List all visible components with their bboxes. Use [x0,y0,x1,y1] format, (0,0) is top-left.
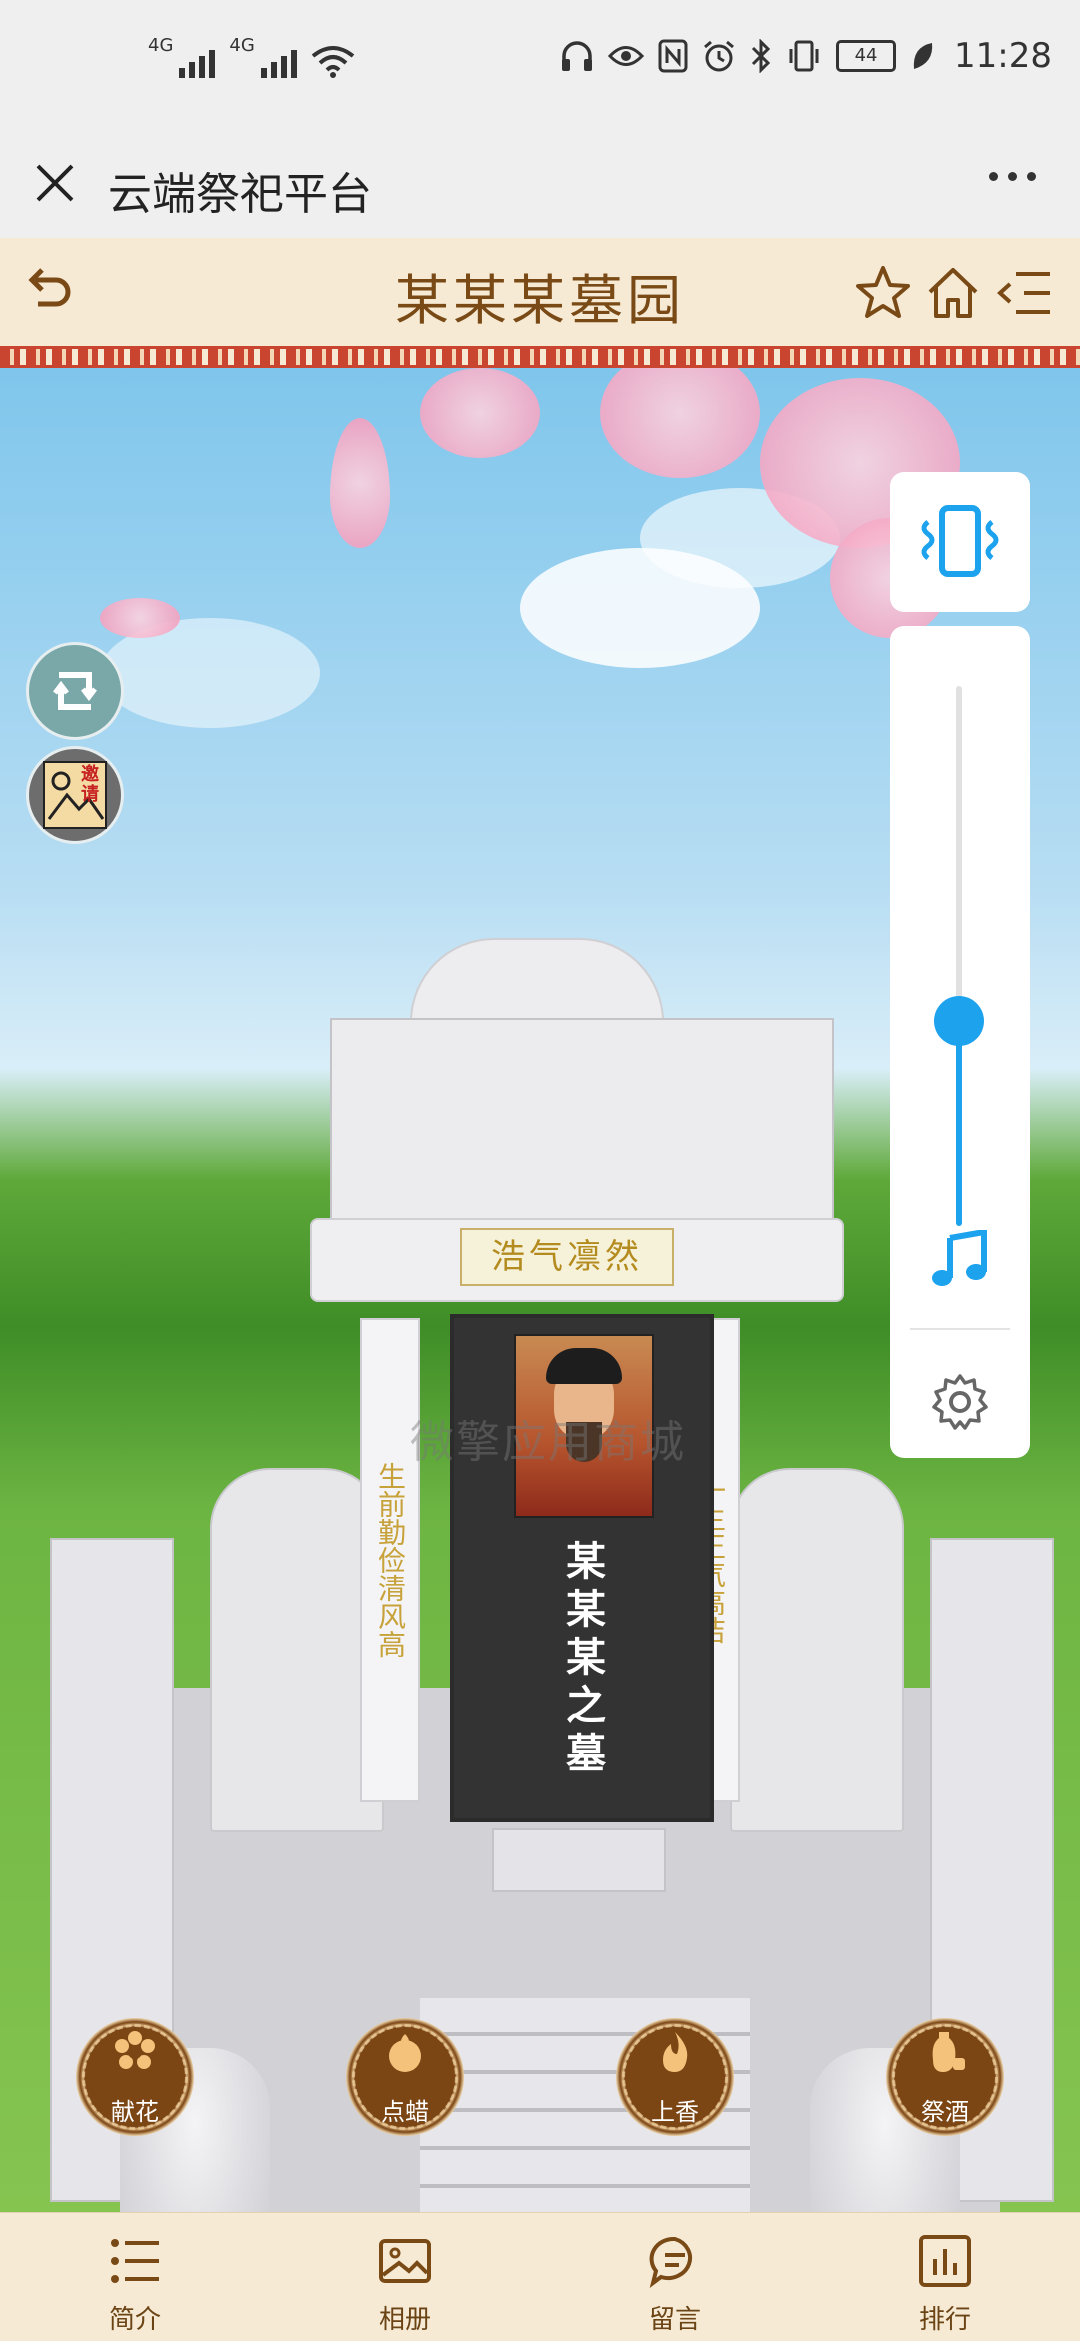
eye-icon [608,46,645,66]
burn-incense-label: 上香 [651,2098,699,2126]
tombstone: 某某某之墓 [450,1314,714,1822]
tombstone-name: 某某某之墓 [559,1540,605,1780]
tab-ranking-label: 排行 [918,2305,971,2335]
wine-icon [932,2032,965,2072]
offer-wine-button[interactable]: 祭酒 [886,2018,1004,2136]
light-candle-label: 点蜡 [381,2098,429,2126]
more-options-icon[interactable] [989,172,1036,181]
vibrate-mode-icon [921,505,999,577]
invite-image-icon: 邀请 [43,761,107,829]
page-header: 某某某墓园 [0,238,1080,346]
left-couplet: 生前勤俭清风高 [360,1318,420,1802]
tab-messages-label: 留言 [648,2305,701,2335]
nfc-icon [658,39,688,73]
light-candle-button[interactable]: 点蜡 [346,2018,464,2136]
wifi-icon [311,46,355,78]
tab-intro[interactable]: 简介 [0,2213,270,2341]
cellular-signal-icon-2: 4G [229,35,297,78]
menu-icon[interactable] [996,266,1054,320]
offer-flower-label: 献花 [111,2098,159,2126]
battery-level: 44 [854,45,878,66]
tab-album[interactable]: 相册 [270,2213,540,2341]
volume-slider-handle[interactable] [934,995,984,1046]
rotate-view-button[interactable] [26,642,124,740]
status-time: 11:28 [954,36,1052,76]
cellular-signal-icon: 4G [148,35,216,78]
offer-flower-button[interactable]: 献花 [76,2018,194,2136]
headphones-icon [562,41,593,71]
page-title: 某某某墓园 [395,269,685,332]
audio-control-panel [890,626,1030,1458]
tab-messages[interactable]: 留言 [540,2213,810,2341]
left-wing [210,1468,384,1832]
status-bar: 4G 4G 44 11:28 [0,0,1080,132]
favorite-star-icon[interactable] [854,264,912,322]
vibrate-icon [789,40,819,72]
stele-crown [410,938,664,1022]
petal [330,418,390,548]
message-icon [649,2236,693,2288]
settings-gear-icon[interactable] [930,1372,990,1432]
candle-icon [389,2034,421,2072]
wechat-title: 云端祭祀平台 [108,169,372,220]
battery-icon: 44 [836,40,897,72]
volume-slider-fill [956,1020,962,1226]
blossom [420,368,540,458]
bluetooth-icon [751,39,771,73]
tab-intro-label: 简介 [108,2305,161,2335]
bottom-tab-bar: 简介 相册 留言 排行 [0,2212,1080,2341]
vibrate-toggle-button[interactable] [890,472,1030,612]
chart-icon [919,2235,971,2287]
alarm-icon [704,40,734,72]
offering-actions: 献花 点蜡 上香 祭酒 [0,2018,1080,2148]
home-icon[interactable] [924,264,982,322]
watermark: 微擎应用商城 [410,1417,686,1468]
flame-icon [663,2032,688,2072]
incense-altar [492,1828,666,1892]
close-icon[interactable] [30,158,80,208]
image-icon [379,2239,431,2283]
blossom [600,368,760,478]
right-wing [730,1468,904,1832]
wechat-title-bar: 云端祭祀平台 [0,132,1080,238]
decorative-border [0,346,1080,368]
tab-album-label: 相册 [378,2305,431,2335]
petal [100,598,180,638]
invite-button[interactable]: 邀请 [26,746,124,844]
network-type-2: 4G [229,35,255,56]
roof-plaque: 浩气凛然 [460,1228,674,1286]
rotate-icon [53,672,97,710]
leaf-icon [913,43,933,69]
invite-label: 邀请 [81,764,99,805]
tab-ranking[interactable]: 排行 [810,2213,1080,2341]
list-icon [111,2239,159,2283]
network-type: 4G [148,35,174,56]
panel-divider [910,1328,1010,1330]
burn-incense-button[interactable]: 上香 [616,2018,734,2136]
flower-icon [115,2031,155,2069]
stele-carving [330,1018,834,1222]
music-note-icon[interactable] [930,1230,990,1290]
offer-wine-label: 祭酒 [921,2098,969,2126]
